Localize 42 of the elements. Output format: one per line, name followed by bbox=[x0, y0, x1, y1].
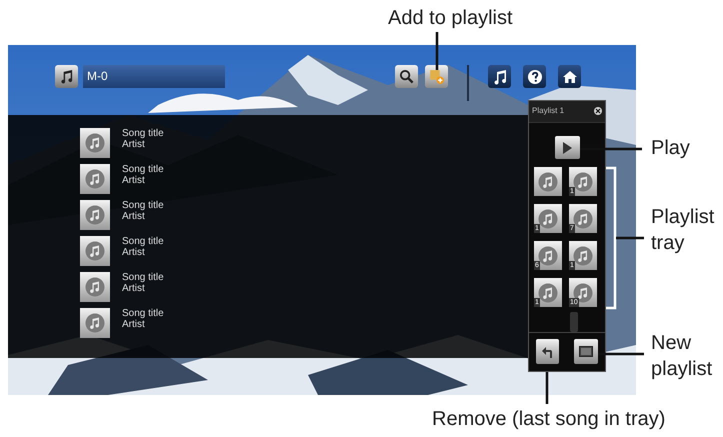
home-icon[interactable] bbox=[558, 65, 581, 88]
callout-label: New playlist bbox=[651, 331, 714, 382]
callout-label: Remove (last song in tray) bbox=[432, 407, 666, 431]
song-title: Song title bbox=[122, 308, 164, 319]
music-note-icon[interactable] bbox=[488, 65, 511, 88]
help-icon[interactable] bbox=[523, 65, 546, 88]
song-title: Song title bbox=[122, 128, 164, 139]
song-artist: Artist bbox=[122, 211, 146, 222]
callout-label: Play bbox=[651, 136, 690, 160]
song-artist: Artist bbox=[122, 247, 146, 258]
music-note-icon[interactable] bbox=[55, 65, 78, 88]
playlist-title: Playlist 1 bbox=[532, 105, 564, 118]
undo-arrow-icon bbox=[540, 344, 555, 359]
song-artist: Artist bbox=[122, 139, 146, 150]
song-artist: Artist bbox=[122, 175, 146, 186]
callout-label: Playlist tray bbox=[651, 205, 716, 256]
play-button[interactable] bbox=[554, 136, 580, 160]
song-thumbnail-icon[interactable] bbox=[80, 128, 110, 158]
song-title: Song title bbox=[122, 200, 164, 211]
leader-line bbox=[436, 32, 438, 70]
song-artist: Artist bbox=[122, 319, 146, 330]
song-thumbnail-icon[interactable] bbox=[80, 236, 110, 266]
title-field: M-0 bbox=[83, 65, 225, 88]
song-thumbnail-icon[interactable] bbox=[80, 164, 110, 194]
play-icon bbox=[562, 142, 572, 154]
add-to-playlist-icon[interactable] bbox=[425, 65, 448, 88]
undo-arrow-button[interactable] bbox=[536, 339, 560, 364]
close-icon[interactable] bbox=[594, 107, 602, 116]
song-artist: Artist bbox=[122, 283, 146, 294]
tray-song-tile[interactable] bbox=[534, 167, 562, 196]
scrollbar-icon bbox=[570, 312, 578, 332]
song-thumbnail-icon[interactable] bbox=[80, 308, 110, 338]
song-title: Song title bbox=[122, 236, 164, 247]
song-thumbnail-icon[interactable] bbox=[80, 200, 110, 230]
song-thumbnail-icon[interactable] bbox=[80, 272, 110, 302]
callout-label: Add to playlist bbox=[388, 6, 513, 30]
leader-line bbox=[616, 236, 644, 240]
screen-icon bbox=[578, 346, 593, 358]
song-title: Song title bbox=[122, 164, 164, 175]
new-playlist-button[interactable] bbox=[574, 339, 598, 364]
search-icon[interactable] bbox=[395, 65, 418, 88]
song-title: Song title bbox=[122, 272, 164, 283]
